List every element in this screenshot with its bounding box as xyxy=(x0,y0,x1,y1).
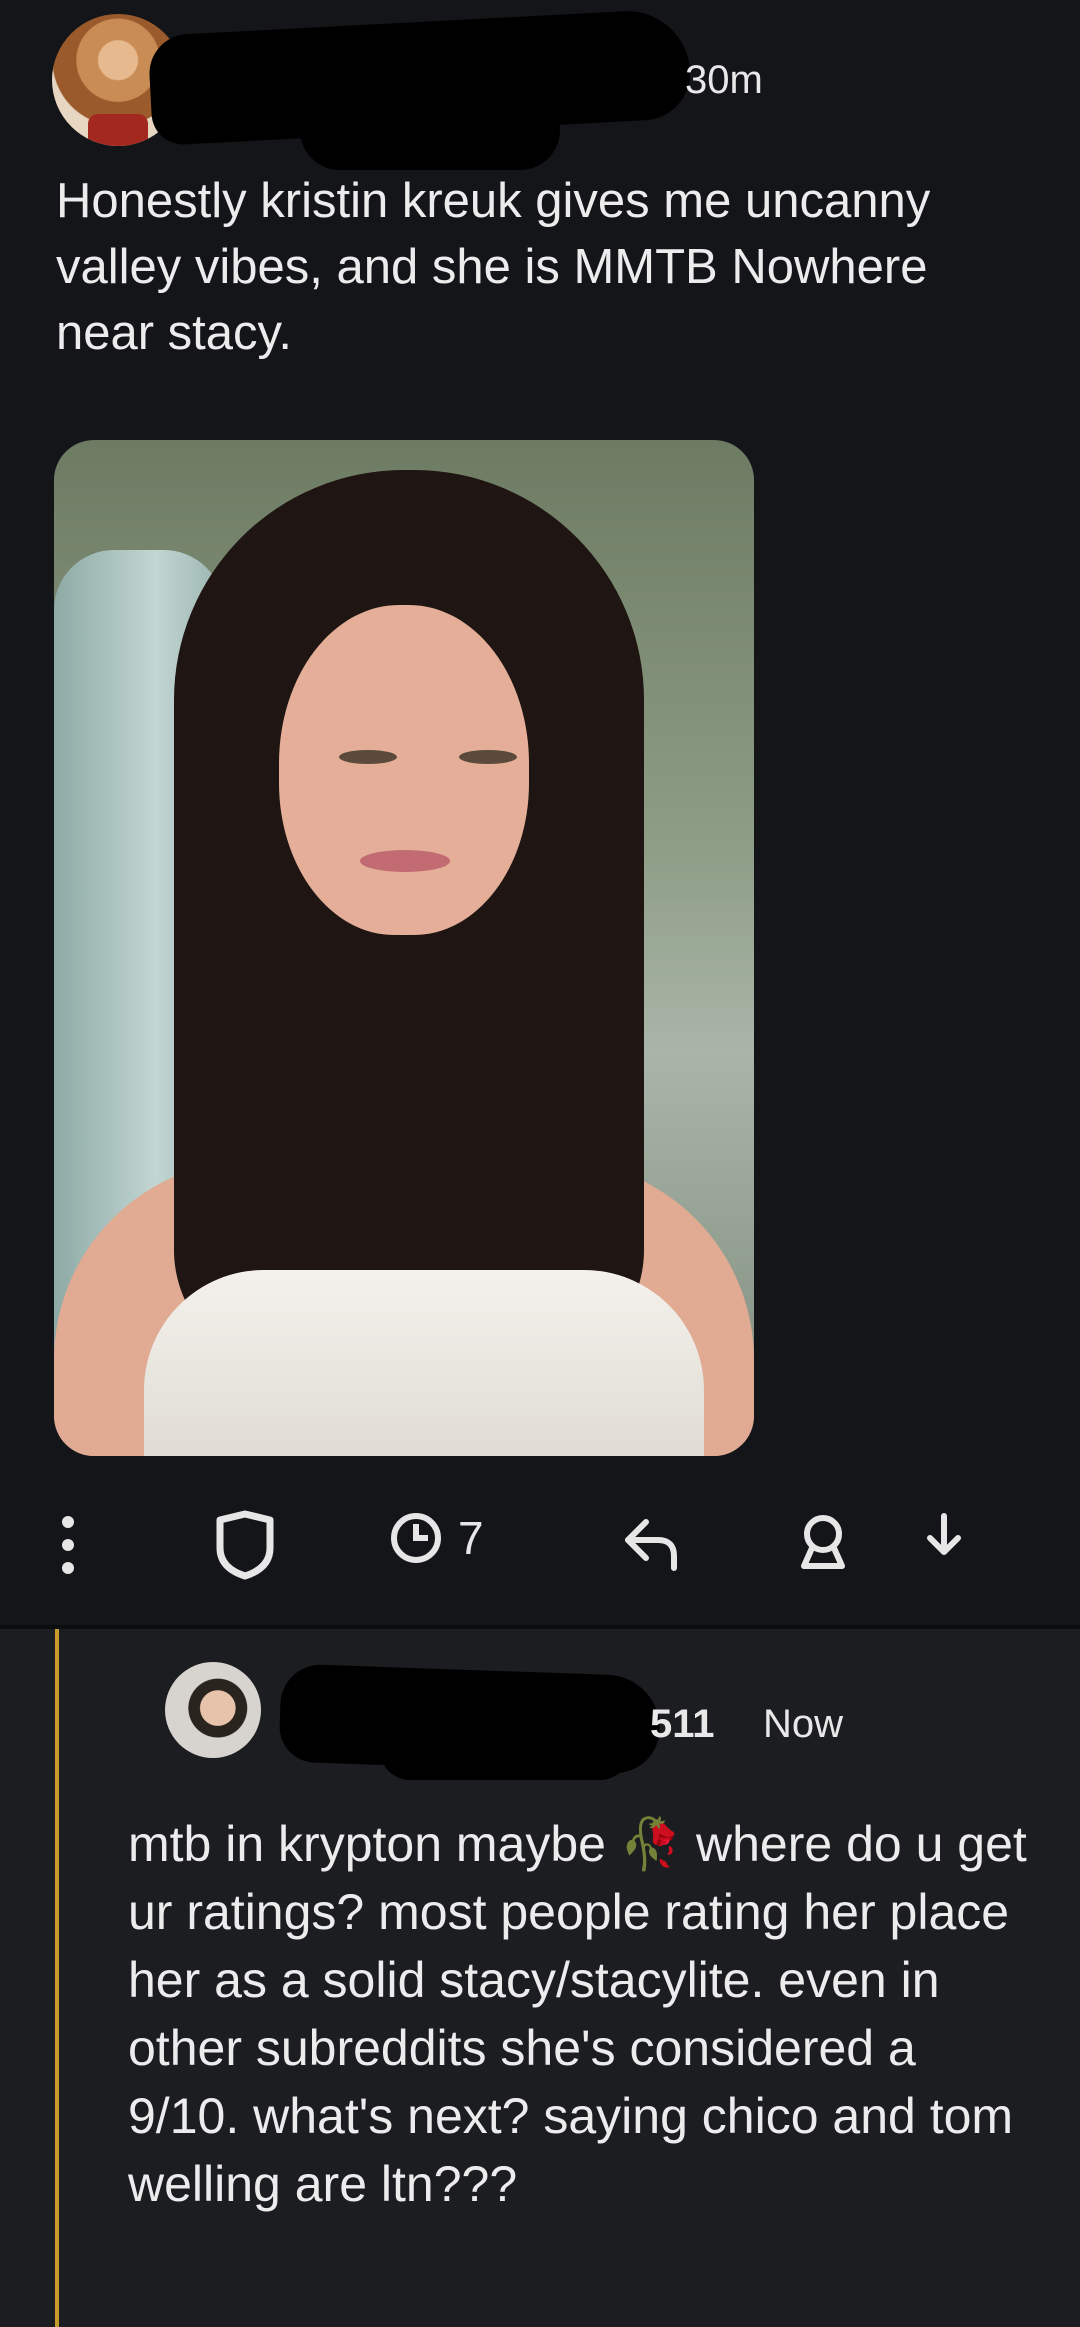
image-face xyxy=(279,605,529,935)
redacted-reply-username-extra xyxy=(380,1720,630,1780)
post-actions: 7 xyxy=(0,1510,1080,1600)
reply-username-suffix[interactable]: 511 xyxy=(650,1702,715,1747)
post-body: Honestly kristin kreuk gives me uncanny … xyxy=(56,174,931,360)
post-container: 30m Honestly kristin kreuk gives me unca… xyxy=(0,0,1080,1625)
download-icon[interactable] xyxy=(922,1510,966,1580)
post-timestamp: 30m xyxy=(685,58,763,102)
award-button[interactable]: 7 xyxy=(388,1510,484,1566)
reply-icon[interactable] xyxy=(618,1510,684,1586)
avatar-shirt xyxy=(88,114,148,146)
redacted-username-extra xyxy=(300,80,560,170)
image-dress xyxy=(144,1270,704,1456)
reply-body: mtb in krypton maybe 🥀 where do u get ur… xyxy=(128,1816,1027,2212)
image-eye-left xyxy=(339,750,397,764)
reply-author-avatar[interactable] xyxy=(165,1662,261,1758)
post-image[interactable] xyxy=(54,440,754,1456)
share-icon[interactable] xyxy=(790,1510,856,1586)
shield-icon[interactable] xyxy=(212,1510,278,1590)
more-vertical-icon[interactable] xyxy=(56,1510,80,1590)
award-count: 7 xyxy=(458,1512,484,1564)
reply-timestamp: Now xyxy=(763,1702,844,1746)
thread-line[interactable] xyxy=(55,1629,59,2327)
image-mouth xyxy=(360,850,450,872)
image-eye-right xyxy=(459,750,517,764)
clock-icon xyxy=(391,1513,441,1563)
